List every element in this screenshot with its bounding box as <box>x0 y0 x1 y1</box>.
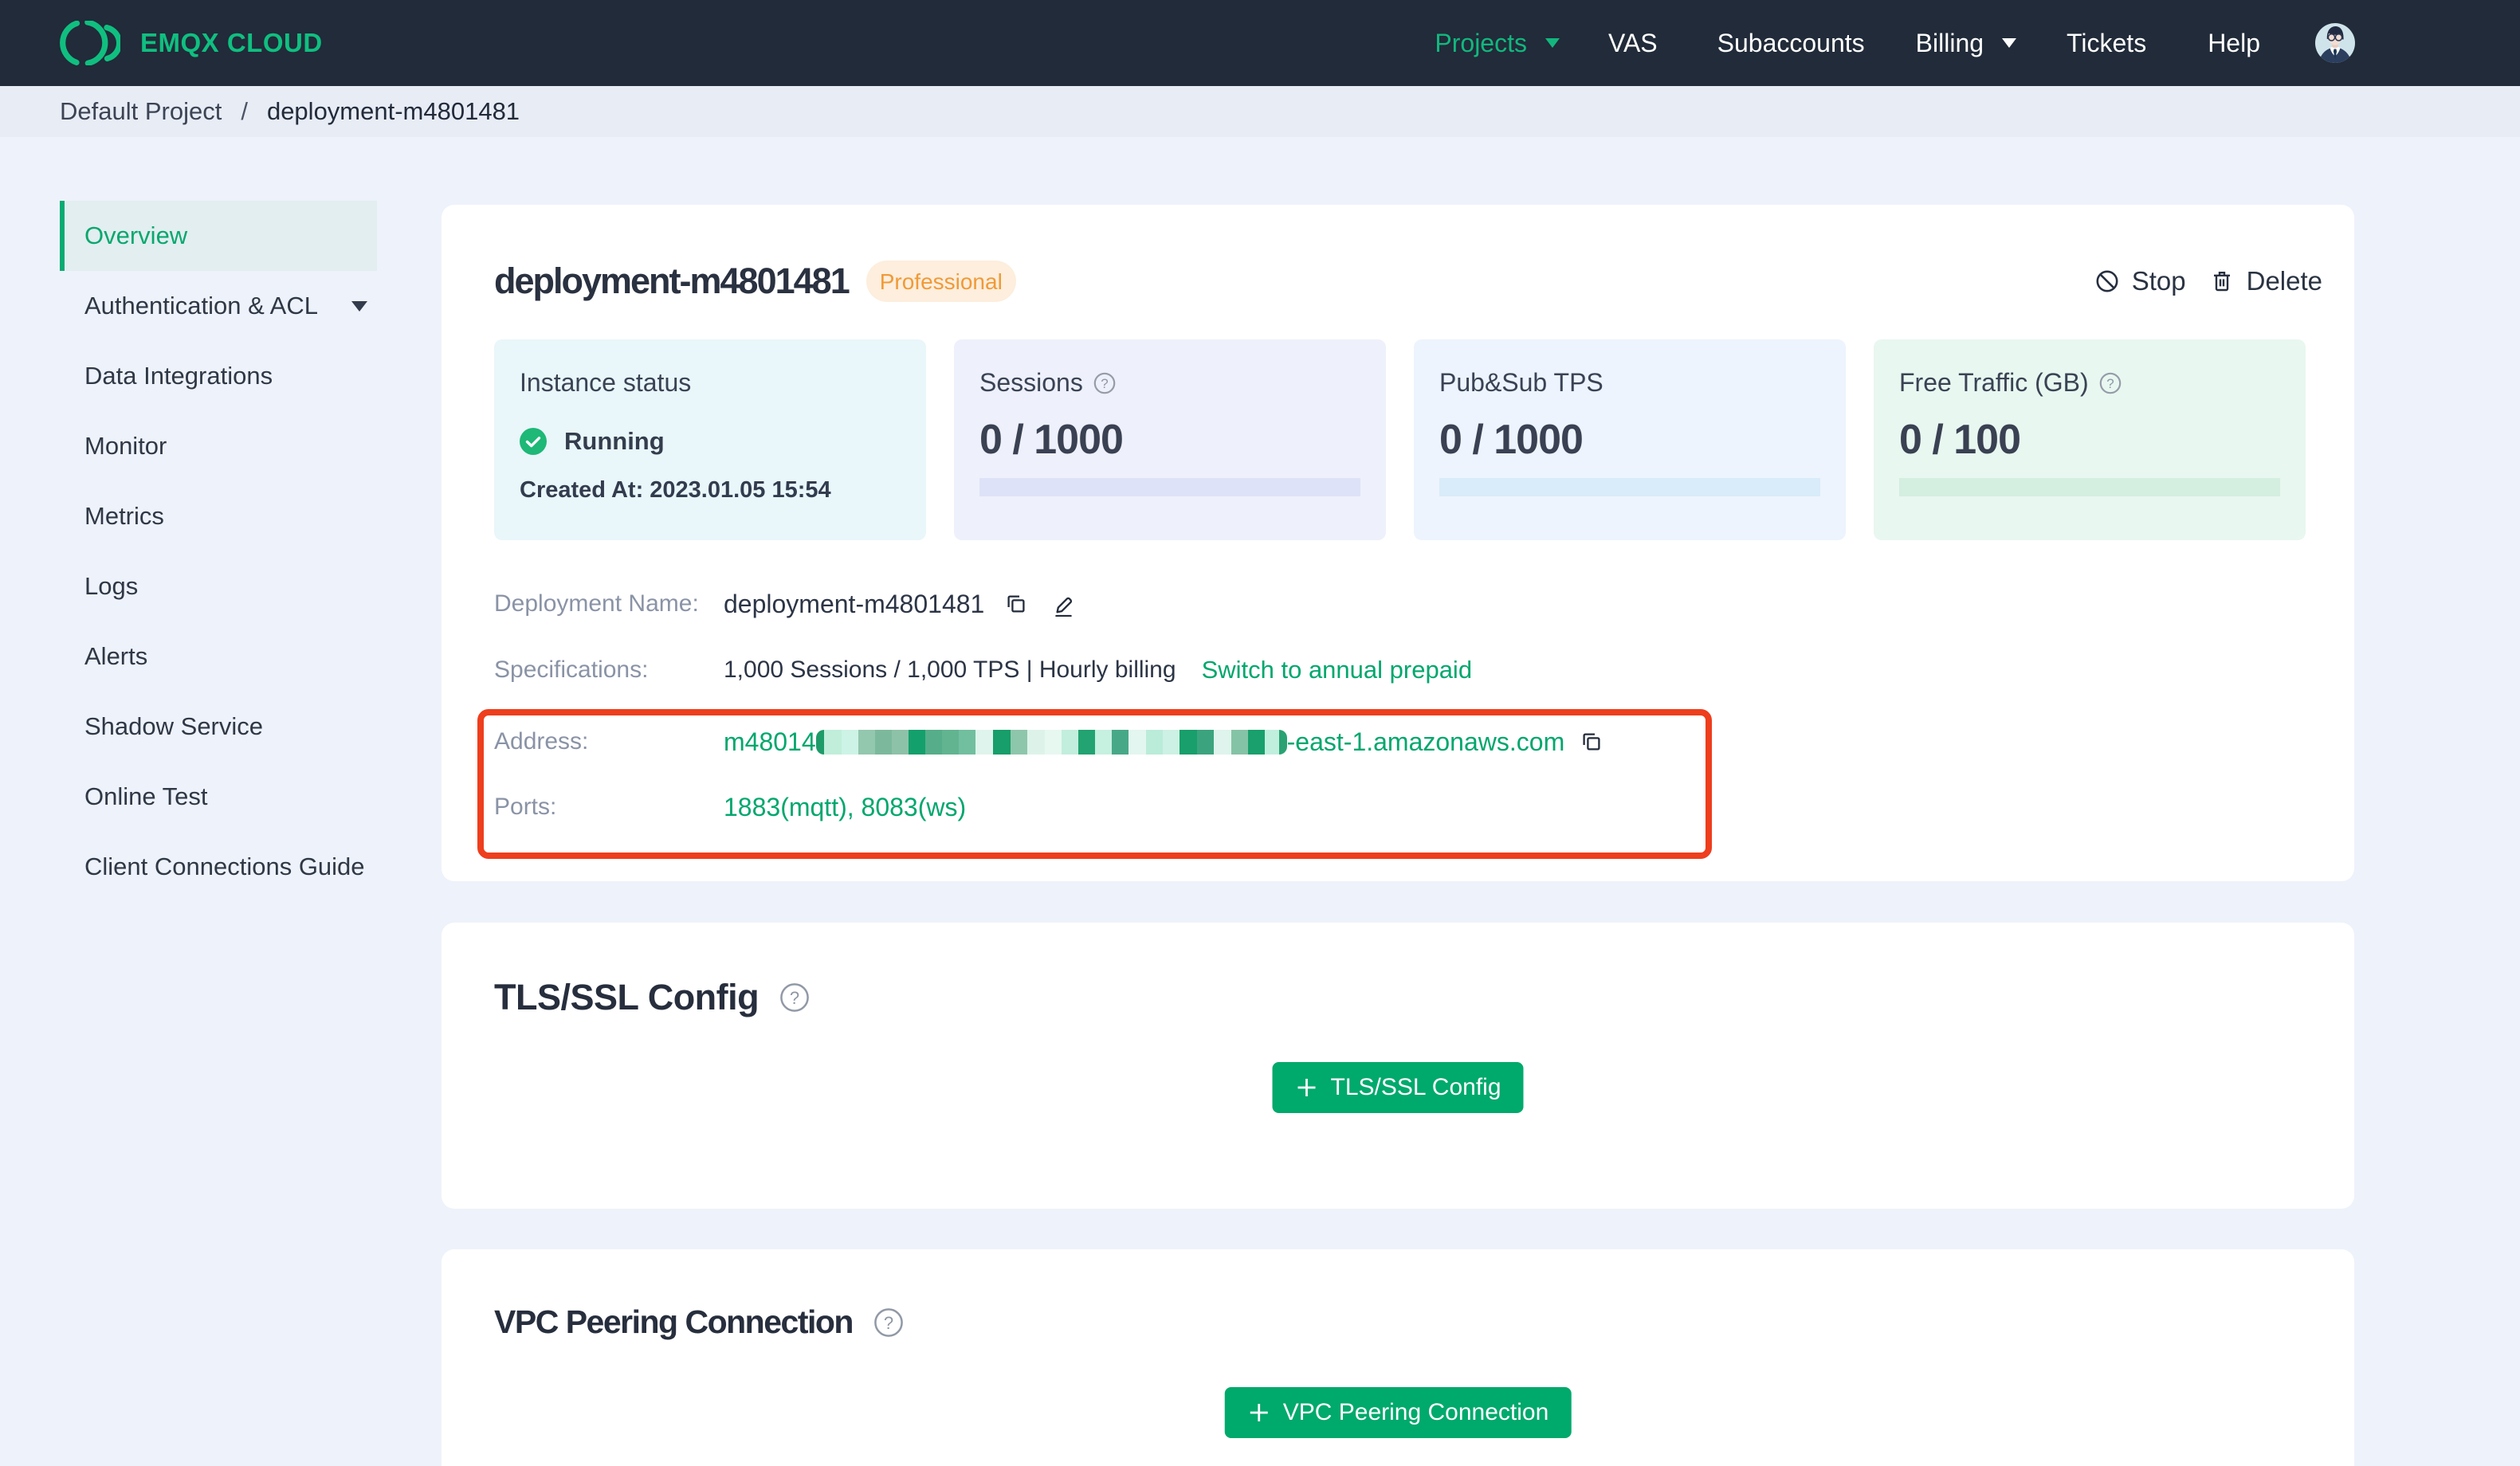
svg-text:?: ? <box>790 988 799 1008</box>
svg-text:?: ? <box>2106 376 2114 391</box>
svg-text:?: ? <box>1101 376 1108 391</box>
svg-text:?: ? <box>884 1313 893 1333</box>
